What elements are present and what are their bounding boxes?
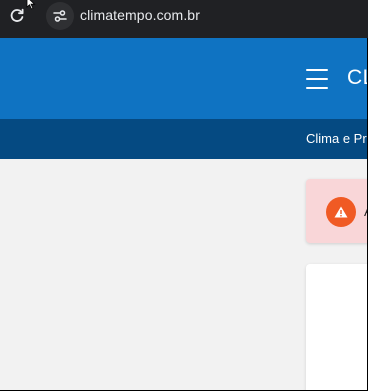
reload-icon[interactable]	[6, 5, 28, 27]
browser-toolbar: climatempo.com.br	[0, 0, 368, 38]
subnav-link-clima[interactable]: Clima e Pr	[306, 131, 367, 146]
menu-icon[interactable]	[306, 69, 328, 89]
site-logo[interactable]: CL	[347, 66, 368, 90]
mouse-cursor-icon	[26, 0, 36, 16]
tune-icon[interactable]	[46, 2, 74, 30]
content-card	[306, 264, 368, 391]
site-header: CL	[0, 38, 368, 119]
screen: climatempo.com.br CL Clima e Pr A	[0, 0, 368, 391]
weather-alert-card[interactable]: A	[306, 179, 368, 243]
address-bar-url[interactable]: climatempo.com.br	[80, 7, 200, 23]
sub-navigation: Clima e Pr	[0, 119, 368, 159]
warning-icon	[326, 197, 356, 227]
